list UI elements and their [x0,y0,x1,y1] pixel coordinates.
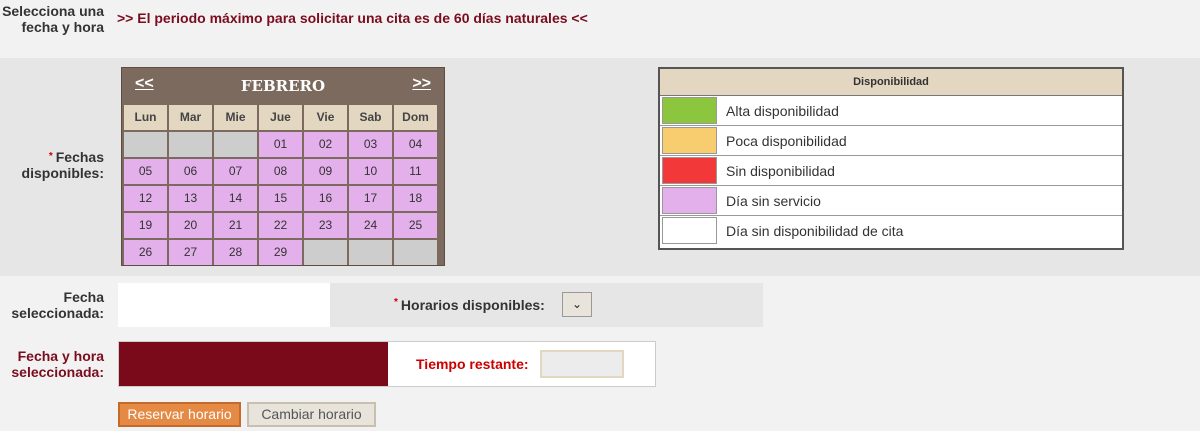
reserve-schedule-button[interactable]: Reservar horario [118,402,241,427]
calendar-day[interactable]: 27 [169,240,212,265]
calendar-month-title: FEBRERO [240,77,326,95]
weekday-header: Jue [259,105,302,130]
calendar-empty-cell [394,240,437,265]
calendar-day[interactable]: 19 [124,213,167,238]
calendar-empty-cell [304,240,347,265]
selection-row: Fecha seleccionada: * Horarios disponible… [0,276,1200,336]
calendar-day[interactable]: 28 [214,240,257,265]
calendar-day[interactable]: 08 [259,159,302,184]
selected-datetime-value [119,342,388,386]
legend-color-swatch [662,127,717,154]
legend-item: Poca disponibilidad [660,126,1122,156]
selected-datetime-label: Fecha y hora seleccionada: [11,348,104,380]
weekday-header: Dom [394,105,437,130]
weekday-header: Lun [124,105,167,130]
selected-date-label: Fecha seleccionada: [11,289,104,321]
calendar-day[interactable]: 05 [124,159,167,184]
remaining-time-field [540,350,624,378]
legend-item-label: Poca disponibilidad [726,133,847,149]
calendar-day[interactable]: 02 [304,132,347,157]
calendar-day[interactable]: 10 [349,159,392,184]
legend-rows: Alta disponibilidad Poca disponibilidad Si… [660,96,1122,246]
calendar-day[interactable]: 17 [349,186,392,211]
legend-item-label: Día sin disponibilidad de cita [726,223,904,239]
calendar-day[interactable]: 25 [394,213,437,238]
calendar-empty-cell [214,132,257,157]
required-mark: * [48,151,53,162]
calendar-day[interactable]: 26 [124,240,167,265]
calendar-day[interactable]: 09 [304,159,347,184]
schedules-label-text: Horarios disponibles: [400,297,545,313]
weekday-header: Mar [169,105,212,130]
calendar: << FEBRERO >> Lun Mar Mie Jue Vie Sab Dom 01 02 0… [121,67,445,266]
period-notice: >> El periodo máximo para solicitar una … [117,10,588,26]
calendar-day[interactable]: 15 [259,186,302,211]
required-mark: * [394,297,398,308]
calendar-empty-cell [124,132,167,157]
selected-datetime-box: Tiempo restante: [118,341,656,387]
calendar-grid: Lun Mar Mie Jue Vie Sab Dom 01 02 03 04 05 06 07 08 09 1… [124,105,437,265]
legend-item: Sin disponibilidad [660,156,1122,186]
available-dates-text: Fechas disponibles: [21,149,104,181]
header-row: Selecciona una fecha y hora >> El period… [0,0,1200,58]
remaining-time-label: Tiempo restante: [416,356,529,372]
legend-title: Disponibilidad [660,69,1122,96]
calendar-day[interactable]: 11 [394,159,437,184]
calendar-day[interactable]: 24 [349,213,392,238]
availability-legend: Disponibilidad Alta disponibilidad Poca d… [658,67,1124,250]
calendar-day[interactable]: 14 [214,186,257,211]
legend-item-label: Día sin servicio [726,193,821,209]
weekday-header: Mie [214,105,257,130]
calendar-day[interactable]: 01 [259,132,302,157]
calendar-day[interactable]: 21 [214,213,257,238]
calendar-day[interactable]: 23 [304,213,347,238]
legend-item: Día sin servicio [660,186,1122,216]
available-dates-label: * Fechas disponibles: [0,149,104,181]
calendar-day[interactable]: 06 [169,159,212,184]
schedules-select[interactable]: ⌄ [562,292,592,317]
calendar-day[interactable]: 22 [259,213,302,238]
legend-item: Alta disponibilidad [660,96,1122,126]
legend-item-label: Alta disponibilidad [726,103,839,119]
calendar-empty-cell [349,240,392,265]
legend-color-swatch [662,217,717,244]
legend-color-swatch [662,187,717,214]
calendar-day[interactable]: 03 [349,132,392,157]
legend-color-swatch [662,97,717,124]
calendar-day[interactable]: 16 [304,186,347,211]
calendar-day[interactable]: 13 [169,186,212,211]
schedules-label: * Horarios disponibles: [394,297,545,313]
calendar-day[interactable]: 07 [214,159,257,184]
select-date-label: Selecciona una fecha y hora [2,3,104,35]
selected-date-field [118,283,330,327]
schedules-box: * Horarios disponibles: ⌄ [330,283,763,327]
dates-row: * Fechas disponibles: << FEBRERO >> Lun Ma… [0,58,1200,276]
calendar-next-month-link[interactable]: >> [412,75,431,93]
change-schedule-button[interactable]: Cambiar horario [247,402,376,427]
calendar-day[interactable]: 12 [124,186,167,211]
calendar-day[interactable]: 18 [394,186,437,211]
calendar-day[interactable]: 20 [169,213,212,238]
calendar-header: << FEBRERO >> [122,68,444,104]
legend-item-label: Sin disponibilidad [726,163,835,179]
legend-item: Día sin disponibilidad de cita [660,216,1122,246]
legend-color-swatch [662,157,717,184]
calendar-empty-cell [169,132,212,157]
chevron-down-icon: ⌄ [571,297,583,311]
final-row: Fecha y hora seleccionada: Tiempo restan… [0,336,1200,431]
weekday-header: Vie [304,105,347,130]
calendar-day[interactable]: 29 [259,240,302,265]
weekday-header: Sab [349,105,392,130]
calendar-day[interactable]: 04 [394,132,437,157]
